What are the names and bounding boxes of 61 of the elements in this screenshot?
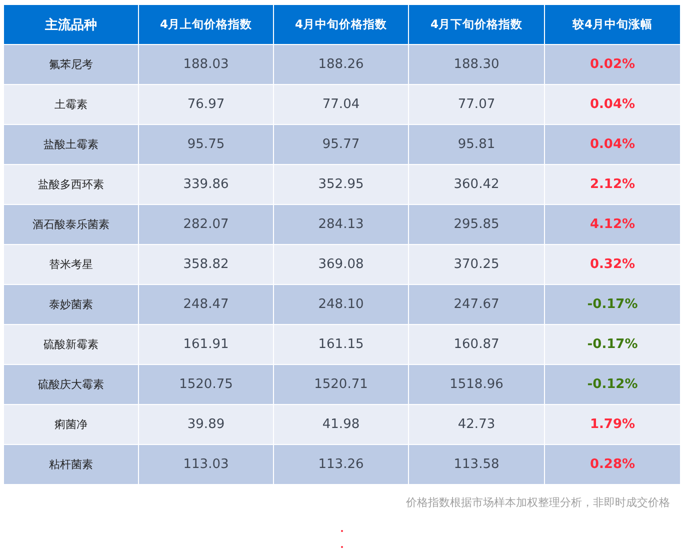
- price-index-cell: 284.13: [274, 205, 408, 244]
- price-index-cell: 161.15: [274, 325, 408, 364]
- column-header: 4月中旬价格指数: [274, 5, 408, 44]
- price-index-cell: 370.25: [409, 245, 544, 284]
- product-name-cell: 痢菌净: [4, 405, 138, 444]
- price-index-cell: 95.75: [139, 125, 273, 164]
- column-header: 4月上旬价格指数: [139, 5, 273, 44]
- price-index-cell: 295.85: [409, 205, 544, 244]
- price-index-cell: 360.42: [409, 165, 544, 204]
- column-header: 较4月中旬涨幅: [545, 5, 680, 44]
- price-index-cell: 77.04: [274, 85, 408, 124]
- price-index-cell: 352.95: [274, 165, 408, 204]
- price-index-cell: 1520.71: [274, 365, 408, 404]
- price-index-cell: 77.07: [409, 85, 544, 124]
- price-index-cell: 39.89: [139, 405, 273, 444]
- change-cell: 0.28%: [545, 445, 680, 484]
- product-name-cell: 粘杆菌素: [4, 445, 138, 484]
- price-index-cell: 76.97: [139, 85, 273, 124]
- price-index-cell: 1518.96: [409, 365, 544, 404]
- change-cell: -0.12%: [545, 365, 680, 404]
- price-index-cell: 358.82: [139, 245, 273, 284]
- price-index-cell: 95.81: [409, 125, 544, 164]
- change-cell: 1.79%: [545, 405, 680, 444]
- price-index-cell: 188.30: [409, 45, 544, 84]
- product-name-cell: 硫酸庆大霉素: [4, 365, 138, 404]
- price-index-cell: 113.58: [409, 445, 544, 484]
- column-header: 4月下旬价格指数: [409, 5, 544, 44]
- price-index-cell: 160.87: [409, 325, 544, 364]
- price-index-cell: 339.86: [139, 165, 273, 204]
- product-name-cell: 泰妙菌素: [4, 285, 138, 324]
- change-cell: -0.17%: [545, 325, 680, 364]
- price-index-cell: 113.26: [274, 445, 408, 484]
- product-name-cell: 酒石酸泰乐菌素: [4, 205, 138, 244]
- price-index-cell: 248.10: [274, 285, 408, 324]
- change-cell: 0.02%: [545, 45, 680, 84]
- price-index-cell: 161.91: [139, 325, 273, 364]
- product-name-cell: 土霉素: [4, 85, 138, 124]
- change-cell: 0.04%: [545, 125, 680, 164]
- price-index-cell: 188.26: [274, 45, 408, 84]
- price-index-cell: 42.73: [409, 405, 544, 444]
- product-name-cell: 盐酸土霉素: [4, 125, 138, 164]
- price-index-cell: 282.07: [139, 205, 273, 244]
- footnote-text: 价格指数根据市场样本加权整理分析，非即时成交价格: [406, 496, 670, 509]
- price-index-cell: 41.98: [274, 405, 408, 444]
- change-cell: 4.12%: [545, 205, 680, 244]
- price-index-cell: 113.03: [139, 445, 273, 484]
- price-index-cell: 1520.75: [139, 365, 273, 404]
- price-index-cell: 188.03: [139, 45, 273, 84]
- change-cell: 0.32%: [545, 245, 680, 284]
- price-index-cell: 247.67: [409, 285, 544, 324]
- price-index-cell: 369.08: [274, 245, 408, 284]
- column-header: 主流品种: [4, 5, 138, 44]
- change-cell: -0.17%: [545, 285, 680, 324]
- product-name-cell: 盐酸多西环素: [4, 165, 138, 204]
- product-name-cell: 硫酸新霉素: [4, 325, 138, 364]
- product-name-cell: 替米考星: [4, 245, 138, 284]
- product-name-cell: 氟苯尼考: [4, 45, 138, 84]
- price-index-cell: 95.77: [274, 125, 408, 164]
- change-cell: 2.12%: [545, 165, 680, 204]
- change-cell: 0.04%: [545, 85, 680, 124]
- price-index-cell: 248.47: [139, 285, 273, 324]
